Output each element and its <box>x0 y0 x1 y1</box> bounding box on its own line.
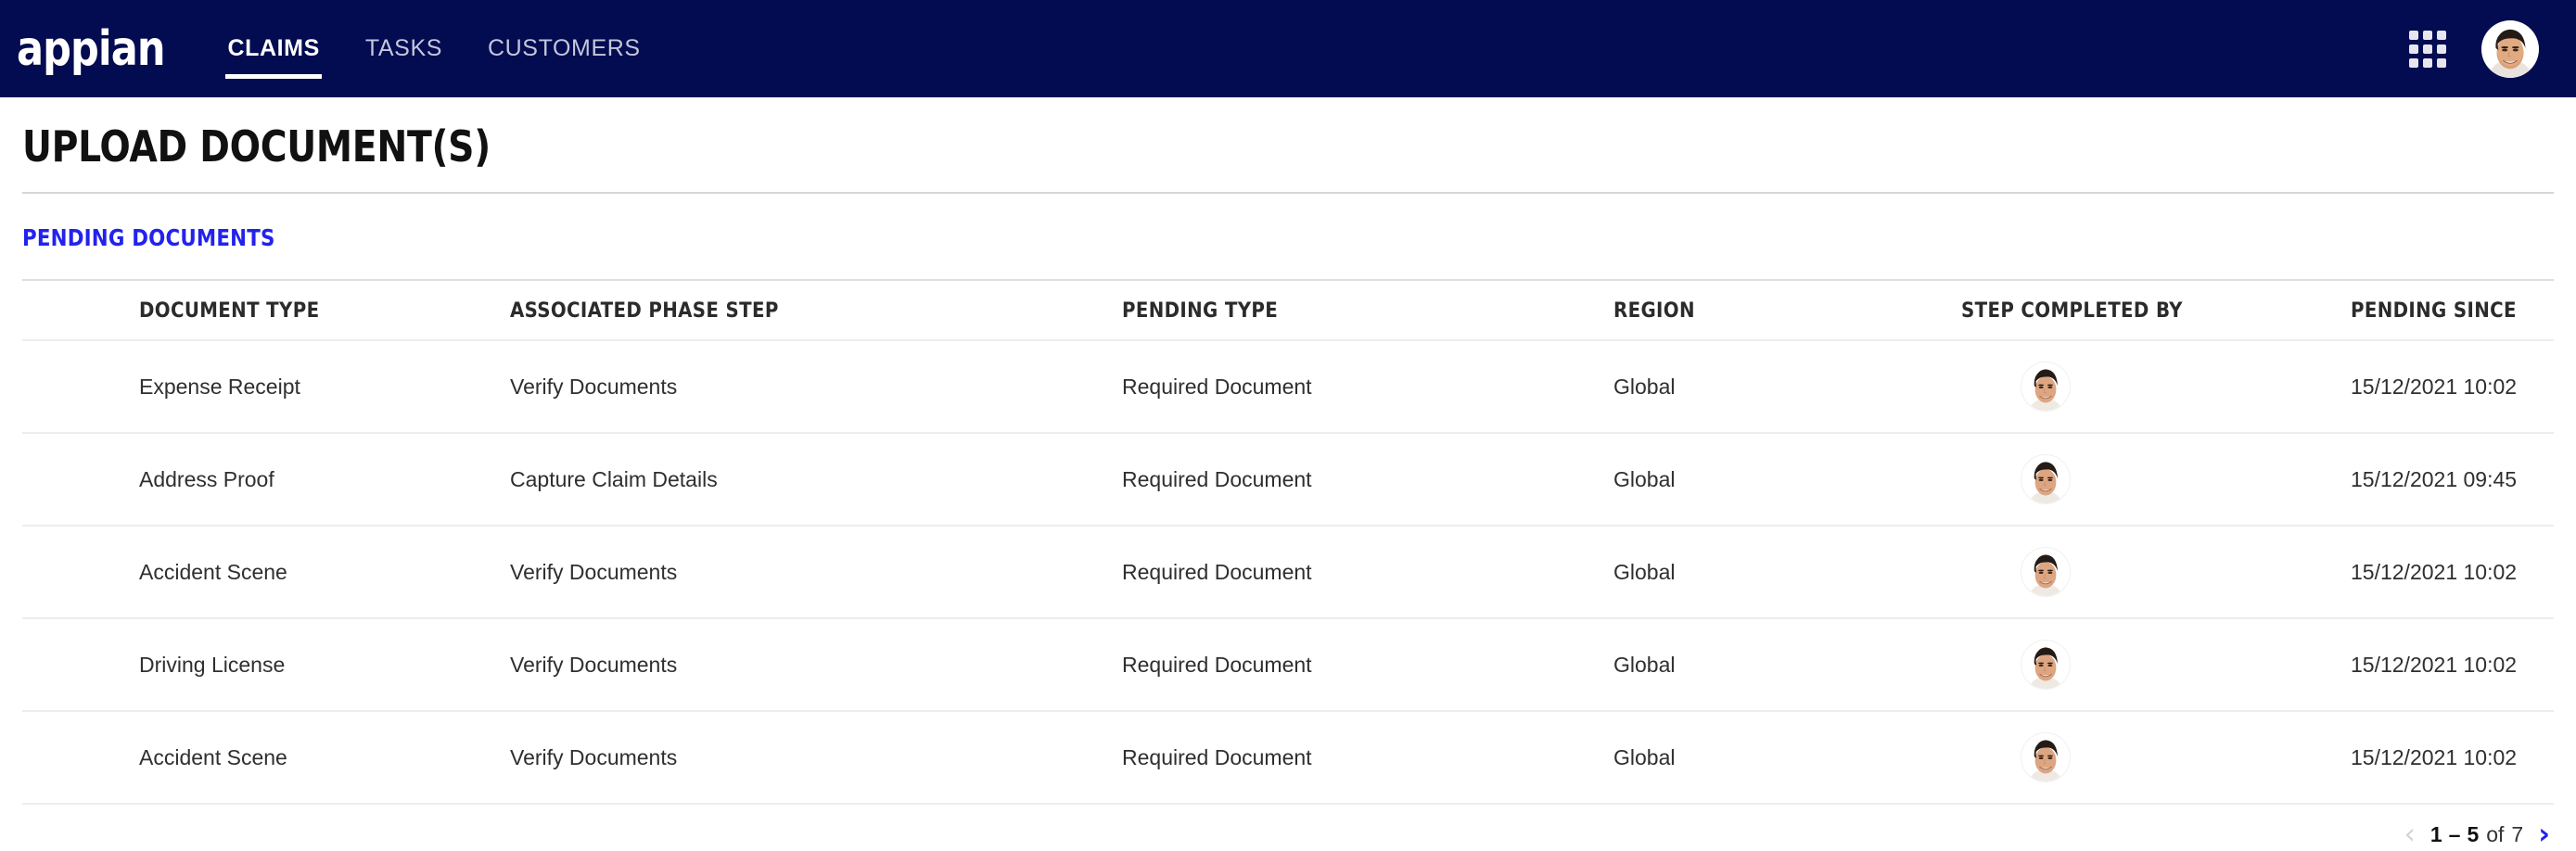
cell-step-completed-by <box>1961 433 2351 526</box>
column-header-pending-type[interactable]: PENDING TYPE <box>1122 280 1613 340</box>
row-spacer-cell <box>22 526 139 618</box>
cell-step-completed-by <box>1961 618 2351 711</box>
cell-pending-type: Required Document <box>1122 340 1613 433</box>
cell-region: Global <box>1613 433 1961 526</box>
page-title: UPLOAD DOCUMENT(S) <box>22 97 2428 192</box>
cell-document-type: Expense Receipt <box>139 340 510 433</box>
table-row[interactable]: Accident SceneVerify DocumentsRequired D… <box>22 711 2554 804</box>
cell-pending-since: 15/12/2021 10:02 <box>2351 618 2554 711</box>
row-spacer-cell <box>22 711 139 804</box>
cell-step-completed-by <box>1961 340 2351 433</box>
cell-region: Global <box>1613 526 1961 618</box>
table-body: Expense ReceiptVerify DocumentsRequired … <box>22 340 2554 804</box>
column-header-region[interactable]: REGION <box>1613 280 1961 340</box>
step-completed-by-avatar[interactable] <box>2021 547 2071 597</box>
pagination-prev-button[interactable]: ‹ <box>2404 820 2415 849</box>
table-row[interactable]: Address ProofCapture Claim DetailsRequir… <box>22 433 2554 526</box>
table-header-row: DOCUMENT TYPE ASSOCIATED PHASE STEP PEND… <box>22 280 2554 340</box>
brand-wordmark: appian <box>17 25 165 73</box>
cell-associated-phase-step: Verify Documents <box>510 340 1122 433</box>
cell-pending-type: Required Document <box>1122 618 1613 711</box>
cell-pending-type: Required Document <box>1122 526 1613 618</box>
column-header-step-completed-by[interactable]: STEP COMPLETED BY <box>1961 280 2351 340</box>
cell-pending-type: Required Document <box>1122 433 1613 526</box>
pagination-range-label: 1–5of7 <box>2430 822 2523 847</box>
cell-associated-phase-step: Verify Documents <box>510 618 1122 711</box>
cell-pending-since: 15/12/2021 09:45 <box>2351 433 2554 526</box>
nav-tab-tasks[interactable]: TASKS <box>363 30 444 68</box>
cell-pending-since: 15/12/2021 10:02 <box>2351 526 2554 618</box>
table-row[interactable]: Driving LicenseVerify DocumentsRequired … <box>22 618 2554 711</box>
cell-associated-phase-step: Verify Documents <box>510 526 1122 618</box>
row-spacer-cell <box>22 618 139 711</box>
step-completed-by-avatar[interactable] <box>2021 732 2071 782</box>
nav-tab-tasks-label: TASKS <box>365 35 442 61</box>
pagination-control: ‹ 1–5of7 › <box>22 805 2554 849</box>
cell-step-completed-by <box>1961 711 2351 804</box>
nav-tab-customers-label: CUSTOMERS <box>488 35 641 61</box>
table-row[interactable]: Accident SceneVerify DocumentsRequired D… <box>22 526 2554 618</box>
cell-document-type: Driving License <box>139 618 510 711</box>
cell-region: Global <box>1613 340 1961 433</box>
user-avatar[interactable] <box>2481 20 2539 78</box>
cell-step-completed-by <box>1961 526 2351 618</box>
cell-associated-phase-step: Verify Documents <box>510 711 1122 804</box>
section-title-pending-documents[interactable]: PENDING DOCUMENTS <box>22 194 2428 279</box>
cell-pending-type: Required Document <box>1122 711 1613 804</box>
column-header-document-type[interactable]: DOCUMENT TYPE <box>139 280 510 340</box>
cell-document-type: Accident Scene <box>139 526 510 618</box>
table-header: DOCUMENT TYPE ASSOCIATED PHASE STEP PEND… <box>22 280 2554 340</box>
column-header-pending-since[interactable]: PENDING SINCE <box>2351 280 2554 340</box>
pagination-range-start: 1 <box>2430 822 2442 846</box>
row-spacer-cell <box>22 433 139 526</box>
appian-logo[interactable]: appian <box>17 25 177 73</box>
cell-document-type: Accident Scene <box>139 711 510 804</box>
page-content: UPLOAD DOCUMENT(S) PENDING DOCUMENTS DOC… <box>0 97 2576 849</box>
column-header-associated-phase-step[interactable]: ASSOCIATED PHASE STEP <box>510 280 1122 340</box>
top-navigation-bar: appian CLAIMS TASKS CUSTOMERS <box>0 0 2576 97</box>
pagination-range-dash: – <box>2442 822 2468 846</box>
grid-apps-icon[interactable] <box>2409 31 2446 68</box>
cell-associated-phase-step: Capture Claim Details <box>510 433 1122 526</box>
nav-tab-claims-label: CLAIMS <box>227 35 319 61</box>
pagination-total: 7 <box>2511 822 2523 846</box>
step-completed-by-avatar[interactable] <box>2021 640 2071 690</box>
cell-region: Global <box>1613 711 1961 804</box>
pagination-range-end: 5 <box>2467 822 2479 846</box>
cell-region: Global <box>1613 618 1961 711</box>
column-header-spacer <box>22 280 139 340</box>
cell-pending-since: 15/12/2021 10:02 <box>2351 711 2554 804</box>
row-spacer-cell <box>22 340 139 433</box>
pagination-next-button[interactable]: › <box>2538 820 2550 849</box>
cell-document-type: Address Proof <box>139 433 510 526</box>
table-row[interactable]: Expense ReceiptVerify DocumentsRequired … <box>22 340 2554 433</box>
step-completed-by-avatar[interactable] <box>2021 454 2071 504</box>
pending-documents-table: DOCUMENT TYPE ASSOCIATED PHASE STEP PEND… <box>22 279 2554 805</box>
nav-right-actions <box>2409 20 2539 78</box>
pagination-of-label: of <box>2479 822 2511 846</box>
step-completed-by-avatar[interactable] <box>2021 362 2071 412</box>
cell-pending-since: 15/12/2021 10:02 <box>2351 340 2554 433</box>
nav-tab-customers[interactable]: CUSTOMERS <box>486 30 643 68</box>
primary-nav-tabs: CLAIMS TASKS CUSTOMERS <box>225 0 642 97</box>
nav-tab-claims[interactable]: CLAIMS <box>225 30 321 68</box>
